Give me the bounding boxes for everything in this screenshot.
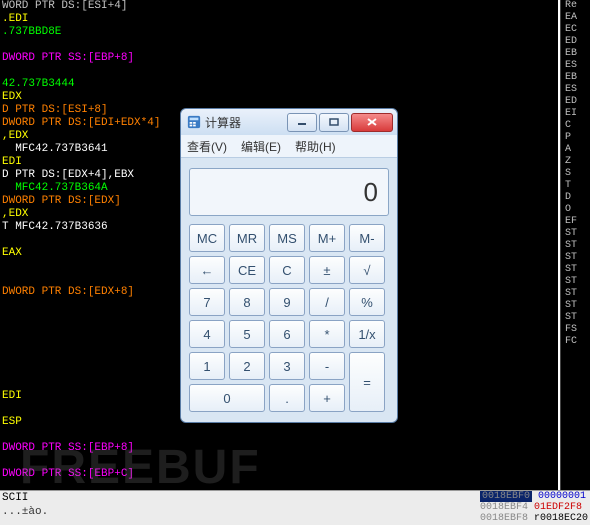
register-label: ST [565, 252, 590, 264]
key-ce[interactable]: CE [229, 256, 265, 284]
key-5[interactable]: 5 [229, 320, 265, 348]
keypad: MC MR MS M+ M- ← CE C ± √ 7 8 9 / % 4 5 … [189, 224, 389, 412]
disasm-line: DWORD PTR SS:[EBP+8] [2, 52, 558, 65]
register-label: ST [565, 228, 590, 240]
stack-row: 0018EBF000000001 [480, 491, 588, 502]
register-label: FC [565, 336, 590, 348]
key-6[interactable]: 6 [269, 320, 305, 348]
key-2[interactable]: 2 [229, 352, 265, 380]
disasm-line [2, 455, 558, 468]
calculator-icon [187, 115, 201, 129]
register-label: ST [565, 288, 590, 300]
ascii-label: SCII [2, 492, 28, 504]
menu-help[interactable]: 帮助(H) [295, 138, 336, 155]
register-label: ES [565, 84, 590, 96]
status-bar: SCII ...±ào. 0018EBF0000000010018EBF401E… [0, 490, 590, 525]
menu-edit[interactable]: 编辑(E) [241, 138, 281, 155]
register-label: A [565, 144, 590, 156]
key-8[interactable]: 8 [229, 288, 265, 316]
ascii-data: ...±ào. [2, 506, 48, 518]
key-7[interactable]: 7 [189, 288, 225, 316]
key-4[interactable]: 4 [189, 320, 225, 348]
maximize-button[interactable] [319, 113, 349, 132]
minimize-icon [297, 118, 307, 126]
register-label: EB [565, 48, 590, 60]
close-icon [366, 117, 378, 127]
calculator-body: 0 MC MR MS M+ M- ← CE C ± √ 7 8 9 / % 4 … [181, 158, 397, 422]
register-label: O [565, 204, 590, 216]
key-divide[interactable]: / [309, 288, 345, 316]
register-label: Re [565, 0, 590, 12]
register-label: ED [565, 36, 590, 48]
disasm-line [2, 65, 558, 78]
minimize-button[interactable] [287, 113, 317, 132]
register-label: EA [565, 12, 590, 24]
register-label: C [565, 120, 590, 132]
register-label: EI [565, 108, 590, 120]
register-label: ST [565, 240, 590, 252]
disasm-line [2, 481, 558, 490]
register-label: Z [565, 156, 590, 168]
disasm-line: DWORD PTR SS:[EBP+C] [2, 468, 558, 481]
register-label: T [565, 180, 590, 192]
window-buttons [287, 113, 393, 132]
maximize-icon [329, 118, 339, 126]
register-label: EB [565, 72, 590, 84]
register-label: ST [565, 264, 590, 276]
calculator-window[interactable]: 计算器 查看(V) 编辑(E) 帮助(H) [180, 108, 398, 423]
key-multiply[interactable]: * [309, 320, 345, 348]
key-mminus[interactable]: M- [349, 224, 385, 252]
key-percent[interactable]: % [349, 288, 385, 316]
stack-row: 0018EBF401EDF2F8 [480, 502, 588, 513]
register-label: ED [565, 96, 590, 108]
key-sqrt[interactable]: √ [349, 256, 385, 284]
key-backspace[interactable]: ← [189, 256, 225, 284]
key-plusminus[interactable]: ± [309, 256, 345, 284]
key-equals[interactable]: = [349, 352, 385, 412]
window-title: 计算器 [205, 114, 287, 131]
disasm-line: EDX [2, 91, 558, 104]
key-mc[interactable]: MC [189, 224, 225, 252]
register-label: EC [565, 24, 590, 36]
disasm-line [2, 39, 558, 52]
key-reciprocal[interactable]: 1/x [349, 320, 385, 348]
register-label: ST [565, 276, 590, 288]
key-1[interactable]: 1 [189, 352, 225, 380]
key-add[interactable]: + [309, 384, 345, 412]
disasm-line: .EDI [2, 13, 558, 26]
key-mplus[interactable]: M+ [309, 224, 345, 252]
stack-pane: 0018EBF0000000010018EBF401EDF2F80018EBF8… [480, 491, 588, 524]
register-label: D [565, 192, 590, 204]
key-9[interactable]: 9 [269, 288, 305, 316]
register-label: ST [565, 300, 590, 312]
key-ms[interactable]: MS [269, 224, 305, 252]
titlebar[interactable]: 计算器 [181, 109, 397, 135]
register-label: ST [565, 312, 590, 324]
register-label: EF [565, 216, 590, 228]
stack-row: 0018EBF8r0018EC20 [480, 513, 588, 524]
register-label: S [565, 168, 590, 180]
registers-pane: ReEAECEDEBESEBESEDEIC P A Z S T D O EFST… [560, 0, 590, 490]
key-decimal[interactable]: . [269, 384, 305, 412]
disasm-line [2, 429, 558, 442]
key-3[interactable]: 3 [269, 352, 305, 380]
disasm-line: WORD PTR DS:[ESI+4] [2, 0, 558, 13]
disasm-line: .737BBD8E [2, 26, 558, 39]
disasm-line: 42.737B3444 [2, 78, 558, 91]
key-0[interactable]: 0 [189, 384, 265, 412]
key-subtract[interactable]: - [309, 352, 345, 380]
menu-view[interactable]: 查看(V) [187, 138, 227, 155]
register-label: P [565, 132, 590, 144]
key-c[interactable]: C [269, 256, 305, 284]
key-mr[interactable]: MR [229, 224, 265, 252]
close-button[interactable] [351, 113, 393, 132]
menubar: 查看(V) 编辑(E) 帮助(H) [181, 135, 397, 158]
display: 0 [189, 168, 389, 216]
register-label: FS [565, 324, 590, 336]
register-label: ES [565, 60, 590, 72]
disasm-line: DWORD PTR SS:[EBP+8] [2, 442, 558, 455]
